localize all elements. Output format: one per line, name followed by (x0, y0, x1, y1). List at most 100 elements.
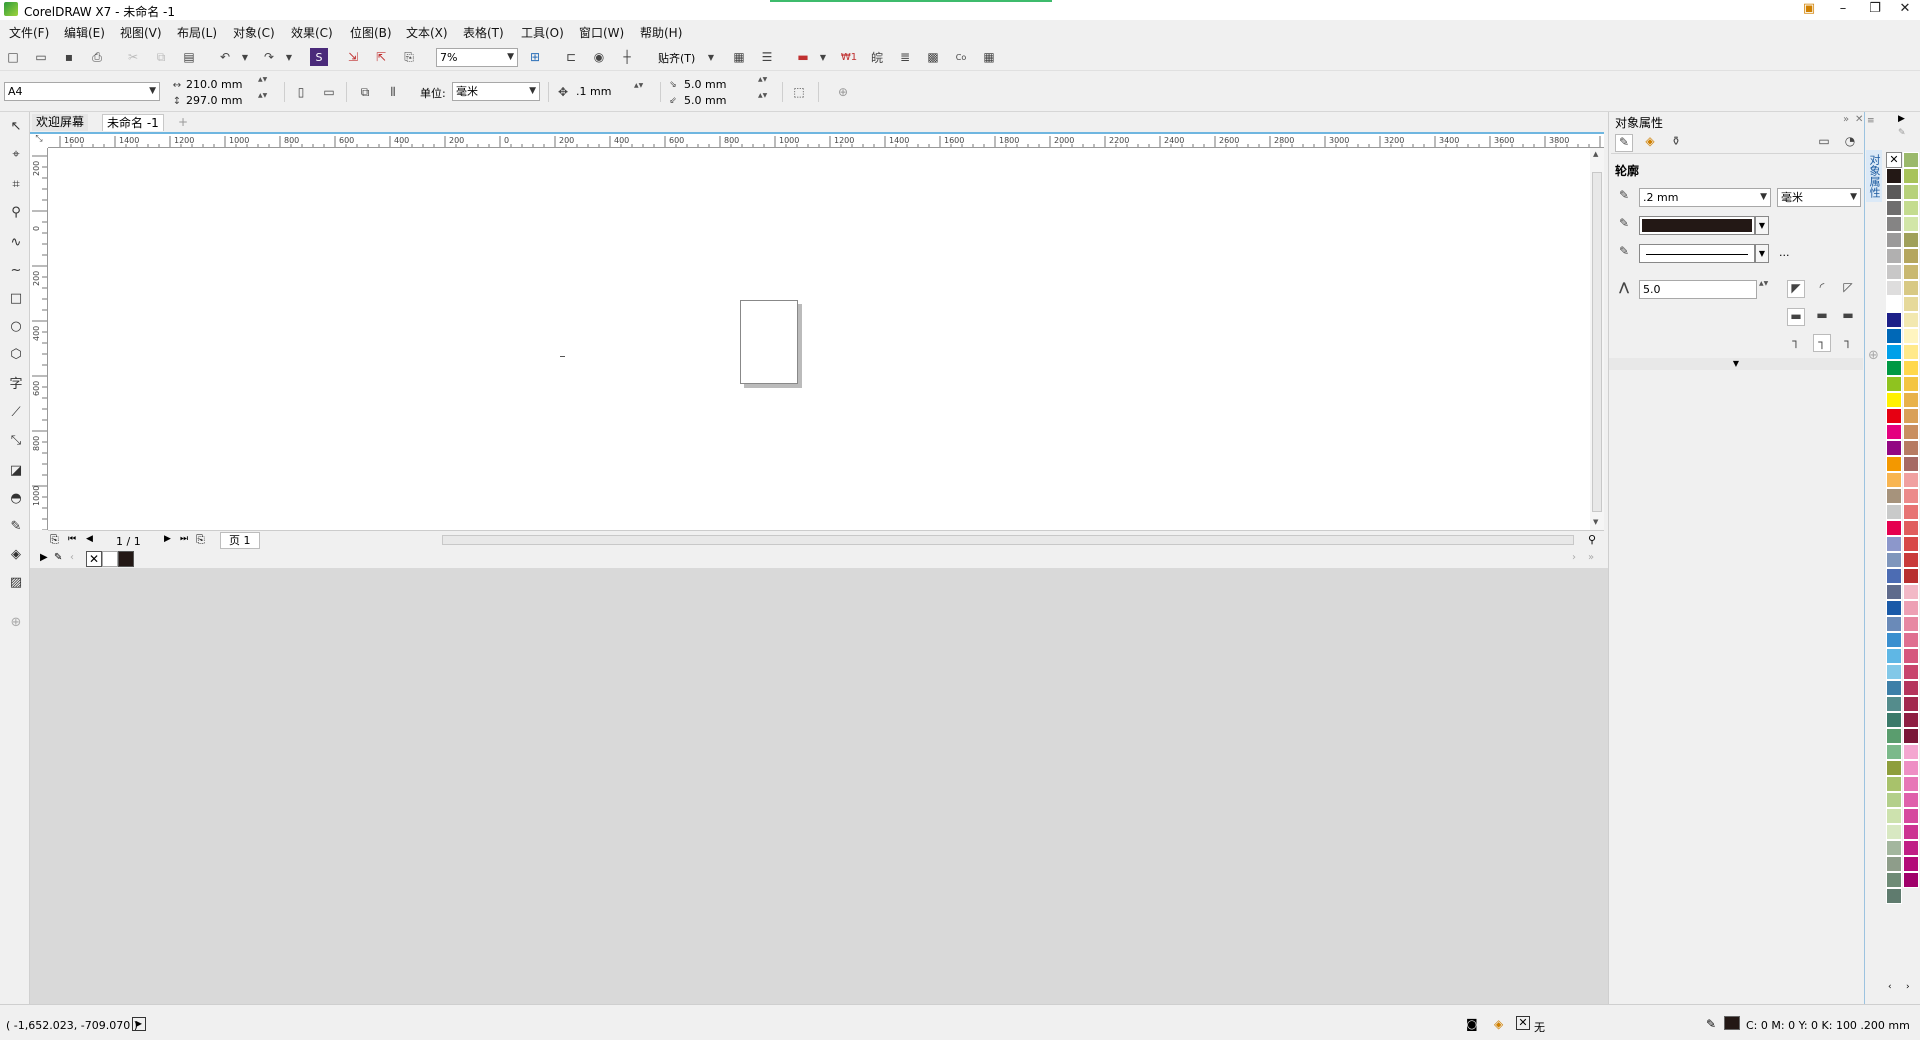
color-swatch[interactable] (1903, 504, 1919, 520)
color-swatch[interactable] (1886, 264, 1902, 280)
no-color-swatch[interactable]: ✕ (86, 551, 102, 567)
full-screen-preview-icon[interactable]: ⊞ (526, 48, 544, 66)
color-swatch[interactable] (1886, 600, 1902, 616)
plugin-table-icon[interactable]: ▦ (980, 48, 998, 66)
color-swatch[interactable] (1903, 648, 1919, 664)
undo-dropdown-icon[interactable]: ▼ (236, 48, 254, 66)
treat-as-filled-icon[interactable]: ⬚ (790, 83, 808, 101)
menu-object[interactable]: 对象(C) (233, 24, 275, 41)
menu-tools[interactable]: 工具(O) (521, 24, 564, 41)
color-swatch[interactable] (1886, 824, 1902, 840)
color-swatch[interactable] (1886, 664, 1902, 680)
color-swatch[interactable] (1903, 216, 1919, 232)
color-swatch[interactable] (1903, 328, 1919, 344)
color-swatch[interactable] (1886, 344, 1902, 360)
color-swatch[interactable] (1903, 552, 1919, 568)
palette-scroll-end-icon[interactable]: » (1588, 552, 1594, 563)
color-swatch[interactable] (1903, 248, 1919, 264)
shadow-tool-icon[interactable]: ◪ (6, 460, 26, 480)
show-rulers-icon[interactable]: ⊏ (562, 48, 580, 66)
color-swatch[interactable] (1886, 392, 1902, 408)
horizontal-scroll-thumb[interactable] (442, 535, 1574, 545)
text-tool-icon[interactable]: 字 (6, 372, 26, 392)
copy-icon[interactable]: ⧉ (152, 48, 170, 66)
color-swatch[interactable] (1903, 872, 1919, 888)
eyedropper-icon[interactable]: ✎ (54, 552, 62, 563)
width-spinner[interactable]: ▲▼ (258, 76, 267, 93)
black-swatch[interactable] (118, 551, 134, 567)
welcome-screen-icon[interactable]: ▬ (794, 48, 812, 66)
more-line-styles-button[interactable]: ... (1779, 246, 1790, 259)
palette-scroll-right-icon[interactable]: › (1906, 982, 1910, 992)
color-swatch[interactable] (1903, 488, 1919, 504)
cut-icon[interactable]: ✂ (124, 48, 142, 66)
polygon-tool-icon[interactable]: ⬡ (6, 344, 26, 364)
palette-eyedropper-icon[interactable]: ✎ (1898, 128, 1906, 138)
summary-icon[interactable]: ▭ (1815, 134, 1833, 152)
color-swatch[interactable] (1903, 712, 1919, 728)
plugin-grid-icon[interactable]: ≣ (896, 48, 914, 66)
zoom-tool-icon[interactable]: ⚲ (6, 202, 26, 222)
color-swatch[interactable] (1903, 728, 1919, 744)
fill-tab-icon[interactable]: ◈ (1641, 134, 1659, 152)
white-swatch[interactable] (102, 551, 118, 567)
horizontal-ruler[interactable]: 1600 1400 1200 1000 800 600 400 200 0 200 400 600 80… (48, 132, 1604, 148)
fill-icon[interactable]: ◈ (1494, 1017, 1503, 1031)
palette-scroll-left-icon[interactable]: ‹ (70, 552, 74, 563)
color-swatch[interactable] (1886, 568, 1902, 584)
crop-tool-icon[interactable]: ⌗ (6, 174, 26, 194)
color-swatch[interactable] (1886, 776, 1902, 792)
color-swatch[interactable] (1886, 760, 1902, 776)
next-page-icon[interactable]: ▶ (164, 534, 171, 544)
no-color-swatch[interactable]: ✕ (1886, 152, 1902, 168)
line-style-dropdown-icon[interactable]: ▼ (1755, 244, 1769, 263)
page-size-select[interactable]: A4 ▼ (4, 82, 160, 101)
color-swatch[interactable] (1886, 888, 1902, 904)
zoom-level-select[interactable]: 7% ▼ (436, 48, 518, 67)
color-swatch[interactable] (1903, 776, 1919, 792)
color-swatch[interactable] (1886, 472, 1902, 488)
color-swatch[interactable] (1886, 680, 1902, 696)
new-tab-icon[interactable]: + (174, 114, 192, 131)
landscape-icon[interactable]: ▭ (320, 83, 338, 101)
color-swatch[interactable] (1903, 568, 1919, 584)
color-swatch[interactable] (1903, 312, 1919, 328)
miter-spinner[interactable]: ▲▼ (1759, 280, 1768, 297)
outline-tab-icon[interactable]: ✎ (1615, 134, 1633, 152)
extended-cap-icon[interactable]: ▬ (1839, 308, 1857, 326)
menu-bitmaps[interactable]: 位图(B) (350, 24, 392, 41)
square-cap-icon[interactable]: ▬ (1787, 308, 1805, 326)
color-swatch[interactable] (1903, 296, 1919, 312)
menu-view[interactable]: 视图(V) (120, 24, 162, 41)
color-swatch[interactable] (1886, 712, 1902, 728)
paste-icon[interactable]: ▤ (180, 48, 198, 66)
color-swatch[interactable] (1903, 232, 1919, 248)
color-swatch[interactable] (1903, 424, 1919, 440)
vertical-ruler[interactable]: 200 0 200 400 600 800 1000 (30, 148, 48, 530)
page-tab-1[interactable]: 页 1 (220, 532, 260, 549)
nudge-spinner[interactable]: ▲▼ (634, 82, 643, 99)
unit-select[interactable]: 毫米 ▼ (452, 82, 540, 101)
color-swatch[interactable] (1903, 264, 1919, 280)
color-swatch[interactable] (1903, 792, 1919, 808)
export-icon[interactable]: ⇱ (372, 48, 390, 66)
color-swatch[interactable] (1886, 328, 1902, 344)
color-swatch[interactable] (1886, 648, 1902, 664)
dimension-tool-icon[interactable]: ⟋ (6, 402, 26, 422)
duplicate-x-field[interactable]: 5.0 mm (684, 78, 726, 91)
color-swatch[interactable] (1886, 728, 1902, 744)
connector-tool-icon[interactable]: ⤡ (6, 430, 26, 450)
add-tool-icon[interactable]: ⊕ (6, 612, 26, 632)
tab-untitled-1[interactable]: 未命名 -1 (102, 114, 164, 131)
add-page-before-icon[interactable]: ⎘ (50, 533, 59, 547)
color-swatch[interactable] (1903, 808, 1919, 824)
document-page[interactable] (740, 300, 798, 384)
scroll-down-icon[interactable]: ▼ (1593, 518, 1598, 526)
color-swatch[interactable] (1903, 280, 1919, 296)
menu-file[interactable]: 文件(F) (9, 24, 49, 41)
interactive-fill-icon[interactable]: ◈ (6, 544, 26, 564)
color-swatch[interactable] (1903, 840, 1919, 856)
color-swatch[interactable] (1903, 344, 1919, 360)
drawing-canvas[interactable] (48, 148, 1590, 530)
line-style-select[interactable] (1639, 244, 1755, 263)
